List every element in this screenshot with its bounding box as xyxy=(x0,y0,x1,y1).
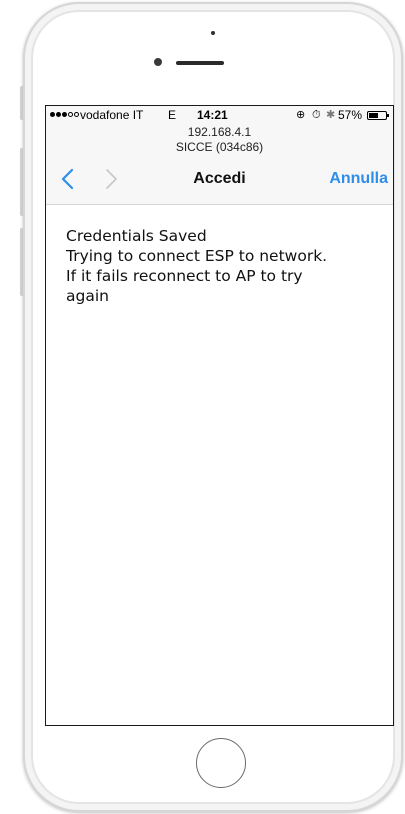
message-line: Trying to connect ESP to network. xyxy=(66,247,328,265)
signal-strength-icon xyxy=(50,112,79,117)
screen: vodafone IT E 14:21 ⊕ ⏱ ✱ 57% 192.168.4.… xyxy=(45,105,394,726)
device-mockup: vodafone IT E 14:21 ⊕ ⏱ ✱ 57% 192.168.4.… xyxy=(0,0,405,814)
message-line: If it fails reconnect to AP to try xyxy=(66,267,303,285)
home-button[interactable] xyxy=(196,738,246,788)
earpiece-speaker xyxy=(176,61,224,65)
signal-dot xyxy=(56,112,61,117)
battery-percent: 57% xyxy=(338,108,363,122)
carrier-name: vodafone IT xyxy=(80,108,144,122)
status-time: 14:21 xyxy=(197,108,228,122)
proximity-sensor xyxy=(211,31,215,35)
signal-dot xyxy=(50,112,55,117)
signal-dot xyxy=(62,112,67,117)
battery-icon xyxy=(367,111,389,120)
bluetooth-icon: ✱ xyxy=(326,109,336,121)
orientation-lock-icon: ⊕ xyxy=(296,109,306,121)
page-url: 192.168.4.1 xyxy=(187,125,252,139)
signal-dot xyxy=(68,112,73,117)
message-body: Credentials Saved Trying to connect ESP … xyxy=(66,226,386,306)
message-line: Credentials Saved xyxy=(66,227,207,245)
cancel-button[interactable]: Annulla xyxy=(329,170,388,188)
status-bar: vodafone IT E 14:21 ⊕ ⏱ ✱ 57% xyxy=(46,106,393,126)
network-name: SICCE (034c86) xyxy=(175,140,264,154)
network-type: E xyxy=(168,108,177,122)
message-line: again xyxy=(66,287,109,305)
front-camera xyxy=(154,58,162,66)
captive-portal-header: vodafone IT E 14:21 ⊕ ⏱ ✱ 57% 192.168.4.… xyxy=(46,106,393,205)
signal-dot xyxy=(74,112,79,117)
alarm-icon: ⏱ xyxy=(312,109,321,121)
battery-fill xyxy=(369,113,379,118)
